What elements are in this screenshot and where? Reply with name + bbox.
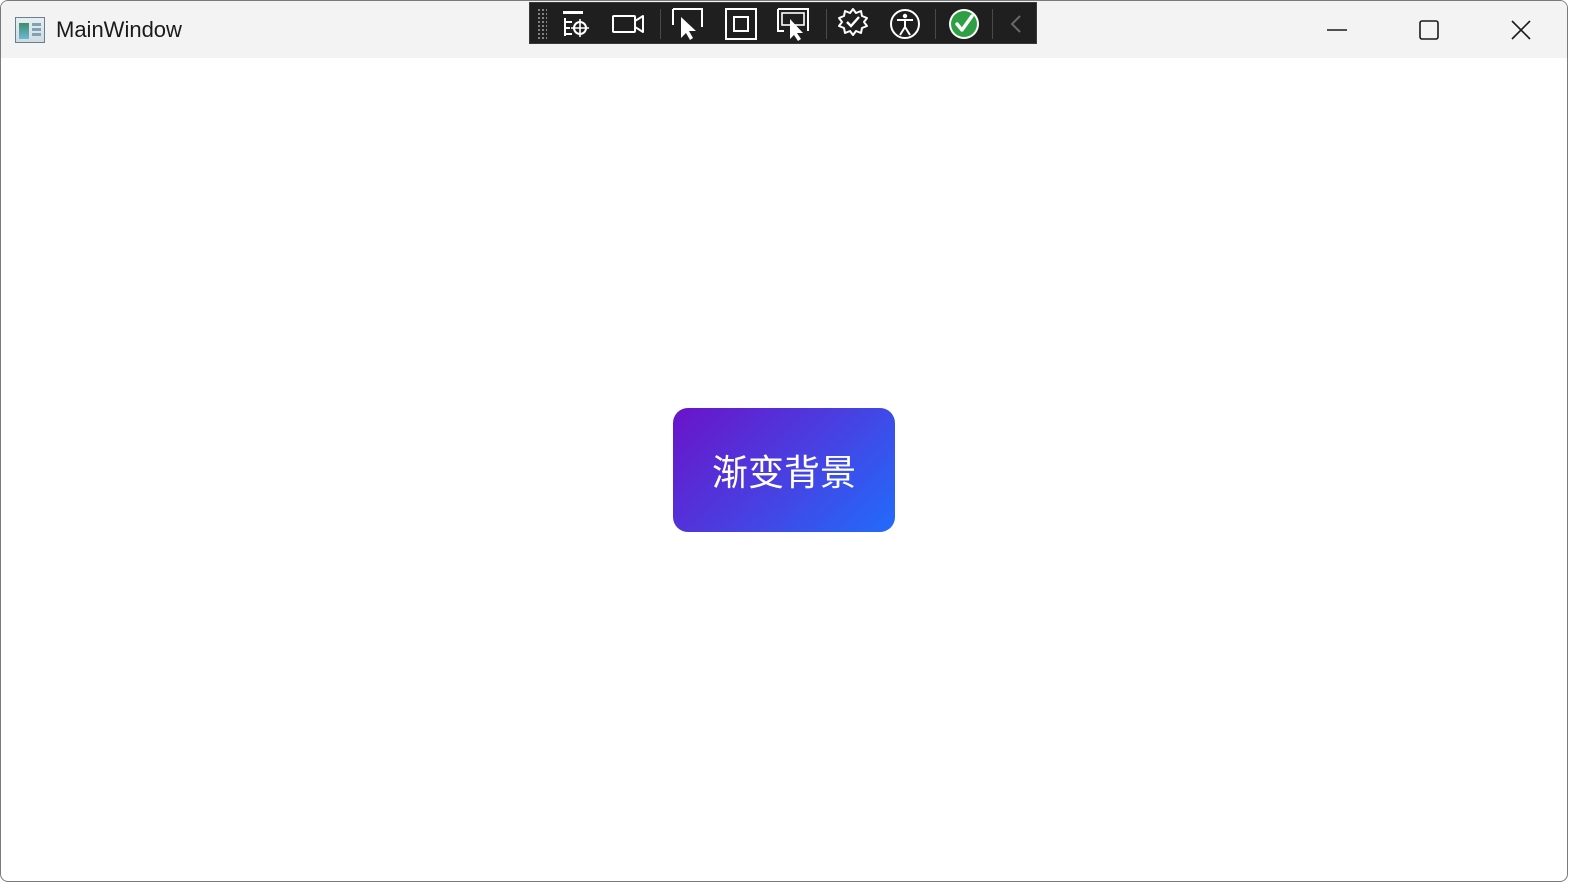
pointer-select-icon[interactable] xyxy=(670,6,706,42)
select-element-icon[interactable] xyxy=(558,6,594,42)
minimize-button[interactable] xyxy=(1291,1,1383,58)
maximize-button[interactable] xyxy=(1383,1,1475,58)
close-icon xyxy=(1511,19,1531,40)
main-window: MainWindow 渐变背景 xyxy=(0,0,1568,882)
binding-failures-icon[interactable] xyxy=(835,6,871,42)
close-button[interactable] xyxy=(1475,1,1567,58)
gradient-background-button[interactable]: 渐变背景 xyxy=(673,408,895,532)
window-title: MainWindow xyxy=(56,17,182,42)
collapse-chevron-icon[interactable] xyxy=(998,6,1034,42)
accessibility-icon[interactable] xyxy=(887,6,923,42)
checkmark-status-icon[interactable] xyxy=(946,6,982,42)
app-icon xyxy=(15,17,45,43)
layout-adorner-icon[interactable] xyxy=(723,6,759,42)
maximize-icon xyxy=(1419,19,1439,40)
title-bar[interactable]: MainWindow xyxy=(1,1,1567,58)
record-icon[interactable] xyxy=(610,6,646,42)
minimize-icon xyxy=(1327,28,1347,31)
toolbar-grip-handle[interactable] xyxy=(537,8,547,40)
debug-toolbar xyxy=(529,2,1037,44)
track-focus-icon[interactable] xyxy=(775,6,811,42)
